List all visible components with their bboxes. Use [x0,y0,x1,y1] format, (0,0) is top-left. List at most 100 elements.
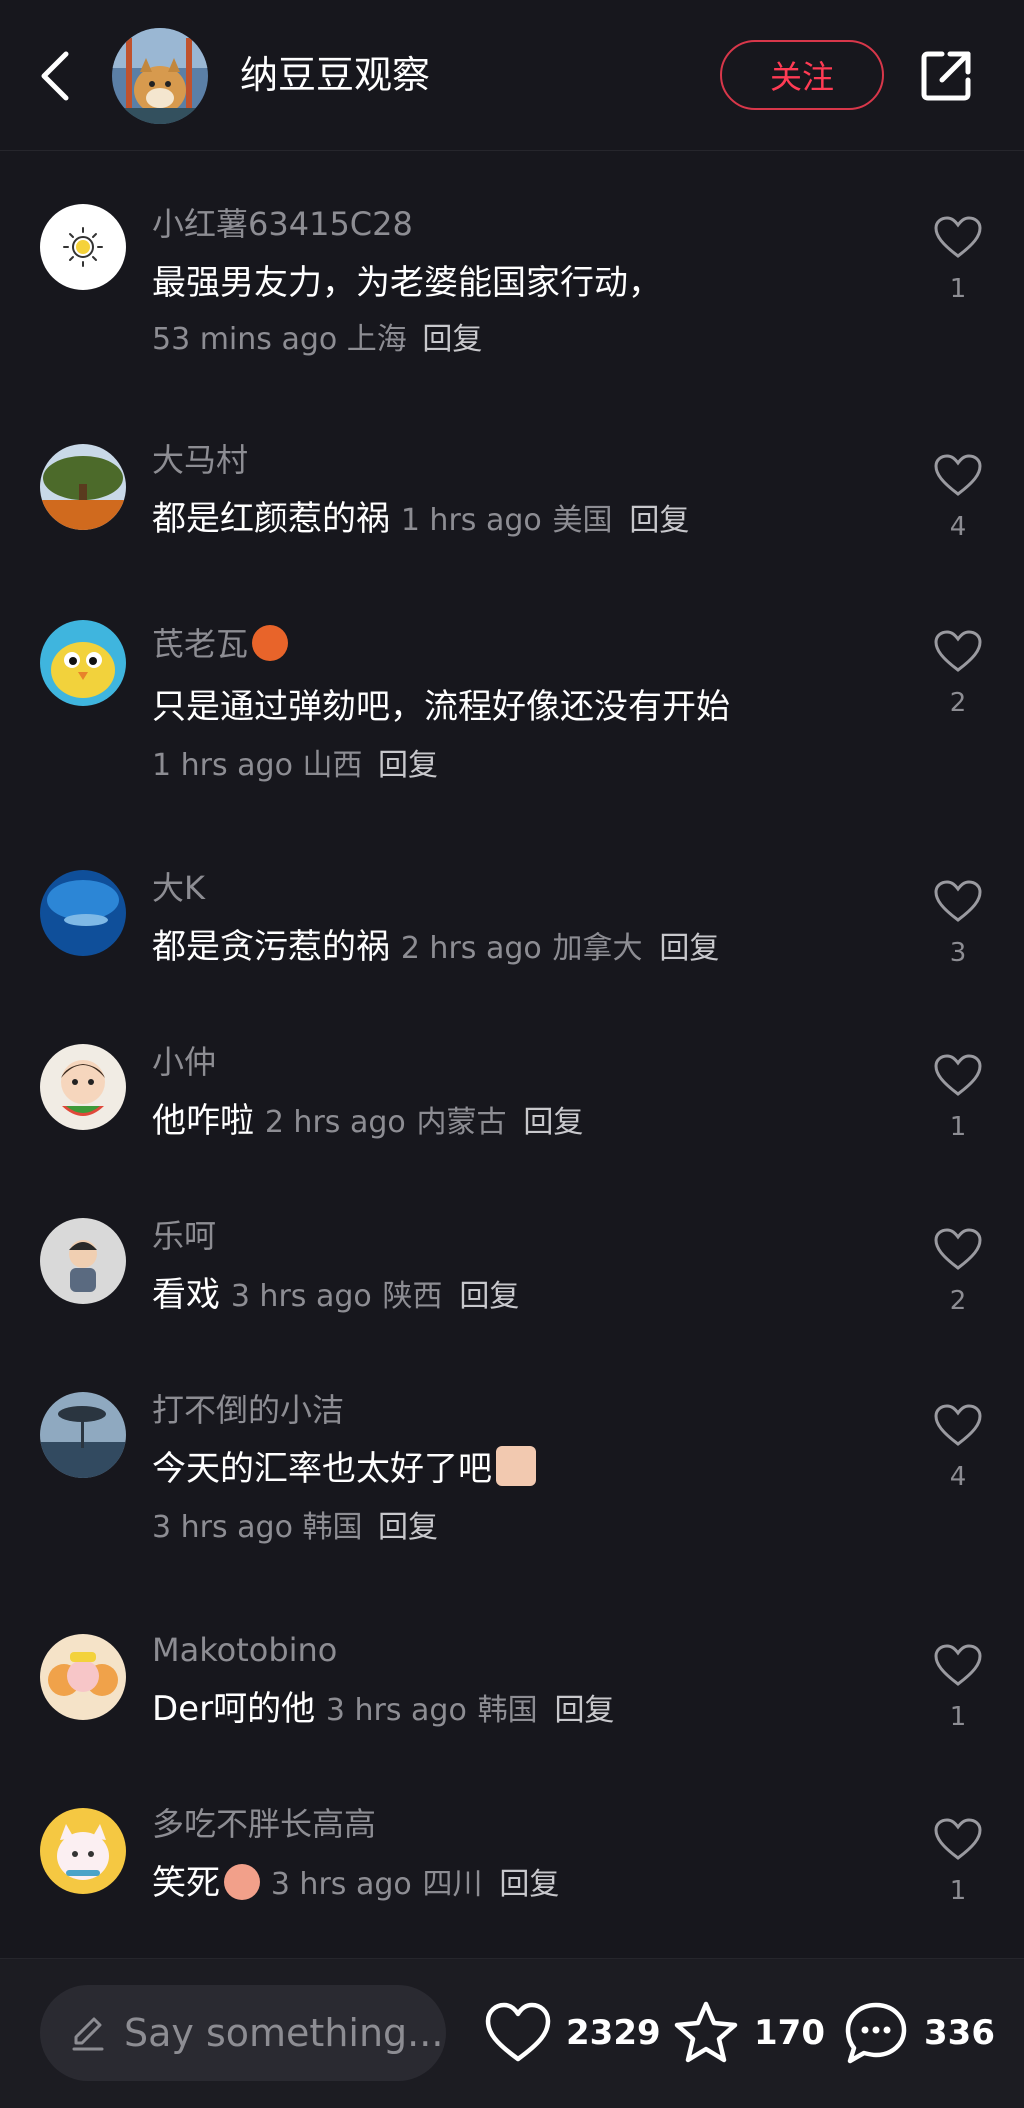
comment-text: 他咋啦 2 hrs ago 内蒙古 回复 [152,1098,583,1146]
reply-button[interactable]: 回复 [629,503,689,538]
comment-text: 都是红颜惹的祸 1 hrs ago 美国 回复 [152,496,689,544]
reply-button[interactable]: 回复 [659,931,719,966]
post-favorite-count: 170 [754,2013,825,2053]
comment-time: 53 mins ago [152,322,338,357]
pencil-icon [72,2017,104,2051]
comment-time: 3 hrs ago [230,1279,372,1314]
heart-icon[interactable] [934,454,982,498]
peach-emoji-icon [224,1864,260,1900]
comment-text: 今天的汇率也太好了吧 [152,1446,536,1492]
comment-time: 3 hrs ago [152,1510,293,1545]
like-count: 4 [949,512,967,542]
comment-location: 上海 [346,322,407,357]
author-name[interactable]: 纳豆豆观察 [240,50,430,100]
reply-button[interactable]: 回复 [459,1279,519,1314]
comment-bubble-icon[interactable] [842,1999,910,2067]
reply-button[interactable]: 回复 [422,322,482,357]
bottom-action-bar: Say something... 2329 170 336 [0,1958,1024,2108]
heart-icon[interactable] [934,630,982,674]
back-icon[interactable] [36,48,76,104]
comment-meta: 1 hrs ago 山西 回复 [152,746,438,786]
comment-avatar[interactable] [40,1808,126,1894]
comment-avatar[interactable] [40,444,126,530]
comment-location: 韩国 [477,1693,538,1728]
comment-location: 陕西 [382,1279,443,1314]
comment-text: Der呵的他 3 hrs ago 韩国 回复 [152,1686,614,1734]
comment-input[interactable]: Say something... [40,1985,446,2081]
like-count: 2 [949,688,967,718]
follow-button[interactable]: 关注 [720,40,884,110]
comment-body: 都是红颜惹的祸 [152,499,390,539]
comment-body: 今天的汇率也太好了吧 [152,1449,492,1489]
comment-username[interactable]: 小红薯63415C28 [152,204,413,244]
like-count: 4 [949,1462,967,1492]
comment-location: 四川 [422,1867,483,1902]
share-icon[interactable] [918,48,974,104]
comment-location: 美国 [552,503,613,538]
heart-icon[interactable] [934,1054,982,1098]
comment-username[interactable]: 大马村 [152,440,248,480]
star-icon[interactable] [672,1999,740,2067]
comment-username[interactable]: 多吃不胖长高高 [152,1804,376,1844]
comment-avatar[interactable] [40,1634,126,1720]
comment-body: 都是贪污惹的祸 [152,927,390,967]
comment-username[interactable]: 小仲 [152,1042,216,1082]
heart-icon[interactable] [934,1404,982,1448]
comment-avatar[interactable] [40,1392,126,1478]
heart-icon[interactable] [934,1228,982,1272]
persimmon-emoji-icon [252,625,289,661]
comment-time: 3 hrs ago [270,1867,412,1902]
post-like-count: 2329 [566,2013,661,2053]
like-count: 1 [949,1702,967,1732]
comment-body: Der呵的他 [152,1689,316,1729]
comment-meta: 53 mins ago 上海 回复 [152,320,482,360]
comment-location: 韩国 [302,1510,363,1545]
reply-button[interactable]: 回复 [554,1693,614,1728]
comment-avatar[interactable] [40,620,126,706]
comment-time: 1 hrs ago [152,748,293,783]
sticker-emoji-icon [496,1446,536,1486]
comment-location: 山西 [302,748,363,783]
reply-button[interactable]: 回复 [378,1510,438,1545]
comment-location: 加拿大 [552,931,643,966]
like-count: 2 [949,1286,967,1316]
reply-button[interactable]: 回复 [378,748,438,783]
top-bar: 纳豆豆观察 关注 [0,0,1024,151]
like-count: 1 [949,1876,967,1906]
reply-button[interactable]: 回复 [499,1867,559,1902]
comment-username[interactable]: 乐呵 [152,1216,216,1256]
comment-avatar[interactable] [40,1218,126,1304]
comment-body: 笑死 [152,1863,220,1903]
comment-time: 2 hrs ago [264,1105,406,1140]
heart-icon[interactable] [934,1818,982,1862]
heart-icon[interactable] [934,880,982,924]
like-count: 3 [949,938,967,968]
like-count: 1 [949,1112,967,1142]
comment-username-text: 芪老瓦 [152,625,249,663]
comment-avatar[interactable] [40,870,126,956]
comment-username[interactable]: 芪老瓦 [152,624,289,664]
comment-input-placeholder: Say something... [124,2011,444,2055]
comment-body: 他咋啦 [152,1101,254,1141]
heart-icon[interactable] [934,216,982,260]
comment-text: 最强男友力，为老婆能国家行动， [152,263,662,303]
comment-text: 笑死 3 hrs ago 四川 回复 [152,1860,559,1908]
reply-button[interactable]: 回复 [523,1105,583,1140]
comment-avatar[interactable] [40,204,126,290]
author-avatar[interactable] [112,28,208,124]
heart-icon[interactable] [934,1644,982,1688]
comment-body: 看戏 [152,1275,220,1315]
heart-icon[interactable] [484,1999,552,2067]
like-count: 1 [949,274,967,304]
comment-text: 看戏 3 hrs ago 陕西 回复 [152,1272,519,1320]
comment-username[interactable]: Makotobino [152,1630,337,1670]
comment-text: 只是通过弹劾吧，流程好像还没有开始 [152,687,730,727]
comment-time: 3 hrs ago [325,1693,467,1728]
comment-username[interactable]: 打不倒的小洁 [152,1390,344,1430]
comment-avatar[interactable] [40,1044,126,1130]
comment-meta: 3 hrs ago 韩国 回复 [152,1508,438,1548]
comment-location: 内蒙古 [416,1105,507,1140]
comment-text: 都是贪污惹的祸 2 hrs ago 加拿大 回复 [152,924,719,972]
comment-time: 2 hrs ago [400,931,542,966]
comment-username[interactable]: 大K [152,868,205,908]
